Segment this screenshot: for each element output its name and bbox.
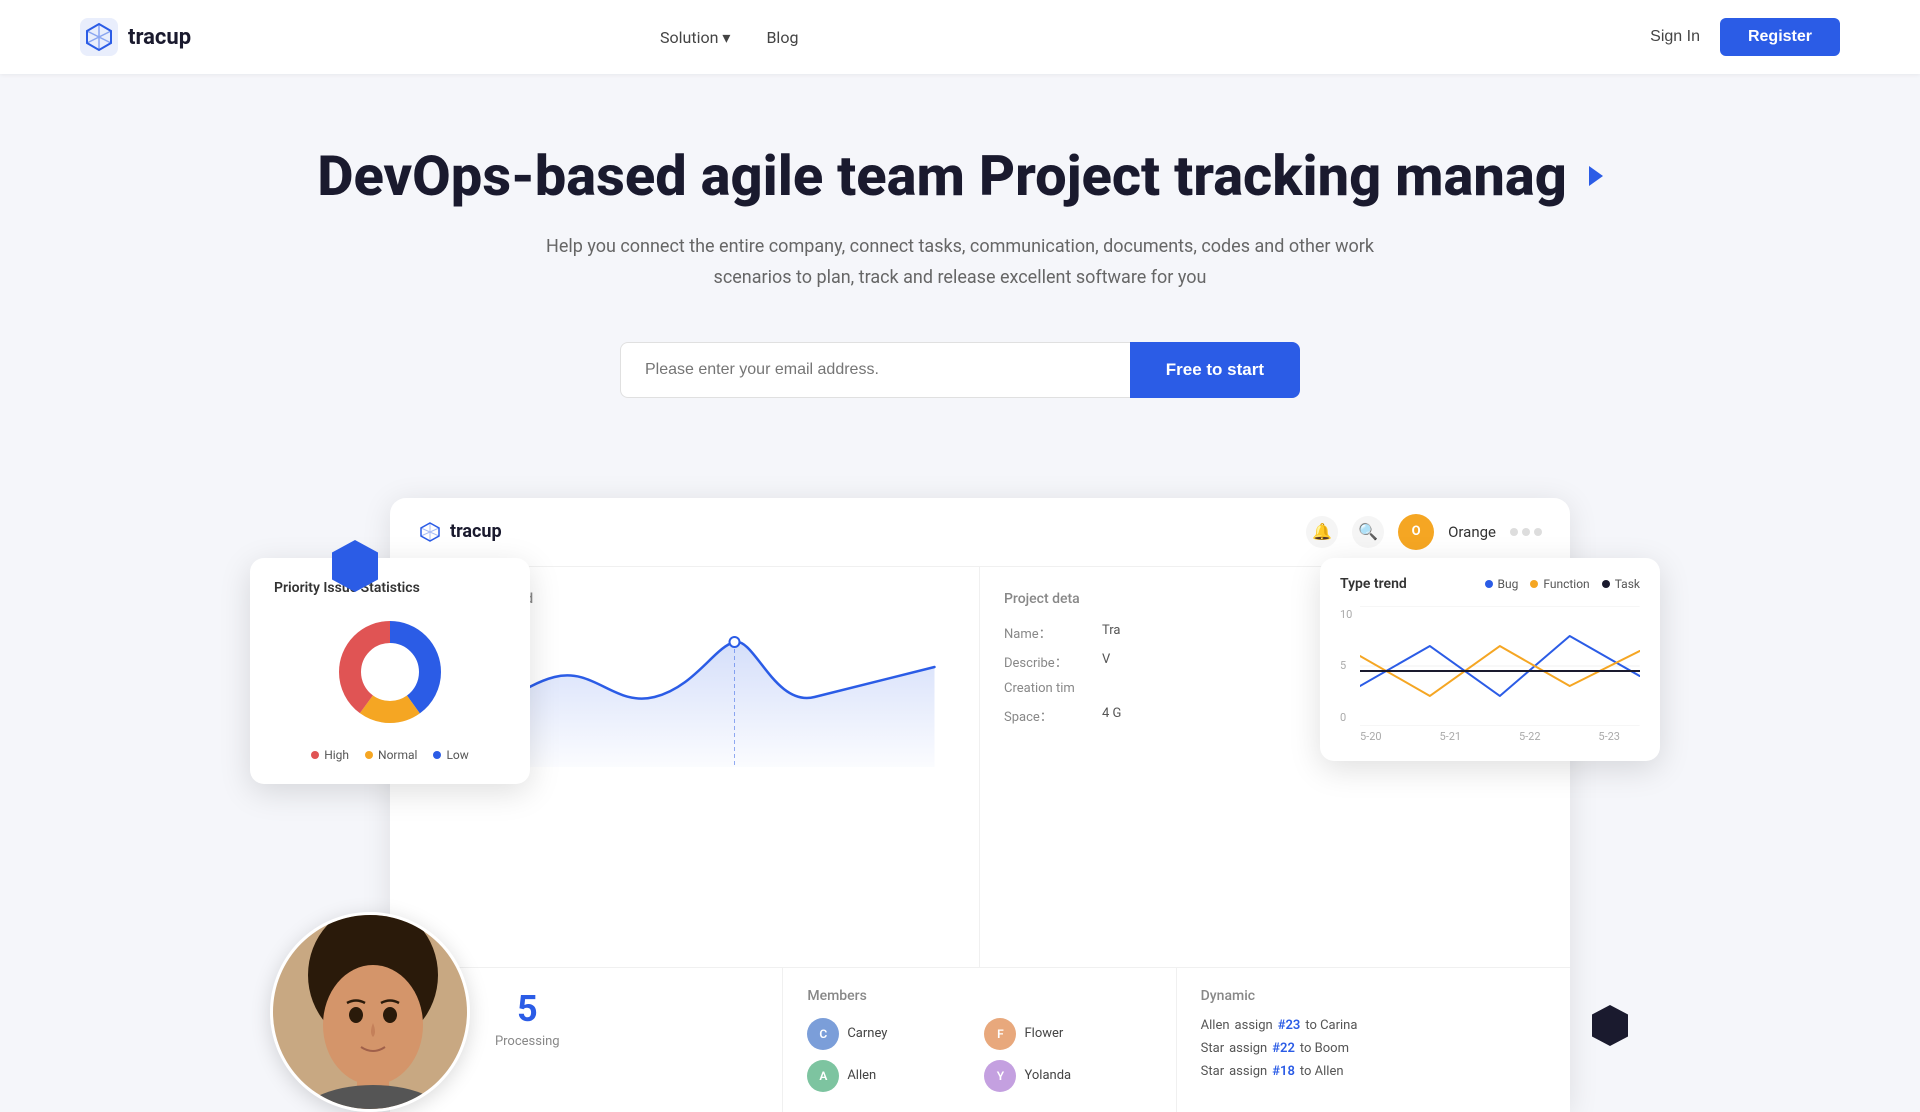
free-start-button[interactable]: Free to start	[1130, 342, 1300, 398]
normal-dot	[365, 751, 373, 759]
email-input[interactable]	[620, 342, 1130, 398]
hex-decoration-right	[1590, 1003, 1630, 1052]
hero-section: DevOps-based agile team Project tracking…	[0, 74, 1920, 498]
members-title: Members	[807, 988, 1151, 1004]
stat-processing-value: 5	[495, 988, 560, 1030]
email-cta: Free to start	[620, 342, 1300, 398]
dynamic-link-2[interactable]: #18	[1272, 1064, 1295, 1079]
legend-high: High	[311, 748, 349, 762]
donut-chart	[274, 612, 506, 732]
person-image	[273, 915, 470, 1112]
type-trend-title: Type trend	[1340, 576, 1407, 592]
person-avatar	[270, 912, 470, 1112]
hero-title: DevOps-based agile team Project tracking…	[317, 144, 1603, 208]
bug-dot	[1485, 580, 1493, 588]
notification-icon[interactable]: 🔔	[1306, 516, 1338, 548]
member-yolanda: Y Yolanda	[984, 1060, 1151, 1092]
help-icon[interactable]: 🔍	[1352, 516, 1384, 548]
high-dot	[311, 751, 319, 759]
more-icon[interactable]	[1510, 528, 1542, 536]
stat-processing: 5 Processing	[495, 988, 560, 1049]
member-name-allen: Allen	[847, 1068, 876, 1083]
dynamic-link-1[interactable]: #22	[1272, 1041, 1295, 1056]
member-carney: C Carney	[807, 1018, 974, 1050]
member-name-flower: Flower	[1024, 1026, 1063, 1041]
dynamic-row-1: Star assign #22 to Boom	[1201, 1041, 1546, 1056]
logo-text: tracup	[128, 25, 191, 50]
member-list: C Carney F Flower A Allen Y Yolanda	[807, 1018, 1151, 1092]
sign-in-button[interactable]: Sign In	[1650, 28, 1700, 46]
members-area: Members C Carney F Flower A Allen	[783, 968, 1176, 1112]
chevron-down-icon: ▾	[722, 28, 730, 47]
type-trend-svg	[1360, 606, 1640, 726]
type-trend-header: Type trend Bug Function Task	[1340, 576, 1640, 592]
user-avatar: O	[1398, 514, 1434, 550]
nav-right: Sign In Register	[1650, 18, 1840, 56]
logo: tracup	[80, 18, 191, 56]
function-dot	[1530, 580, 1538, 588]
member-avatar-yolanda: Y	[984, 1060, 1016, 1092]
priority-legend: High Normal Low	[274, 748, 506, 762]
nav-blog[interactable]: Blog	[766, 28, 798, 47]
dynamic-row-0: Allen assign #23 to Carina	[1201, 1018, 1546, 1033]
member-name-yolanda: Yolanda	[1024, 1068, 1071, 1083]
member-allen: A Allen	[807, 1060, 974, 1092]
card-header: tracup 🔔 🔍 O Orange	[390, 498, 1570, 567]
dynamic-title: Dynamic	[1201, 988, 1546, 1004]
navbar: tracup Solution ▾ Blog Sign In Register	[0, 0, 1920, 74]
cursor-icon	[1589, 166, 1603, 186]
card-bottom: 0 Review 5 Processing Members C Carney	[390, 967, 1570, 1112]
member-avatar-carney: C	[807, 1018, 839, 1050]
hex-decoration-left	[330, 538, 380, 598]
dynamic-link-0[interactable]: #23	[1278, 1018, 1301, 1033]
member-avatar-allen: A	[807, 1060, 839, 1092]
legend-function: Function	[1530, 577, 1589, 591]
legend-bug: Bug	[1485, 577, 1519, 591]
card-logo-icon	[418, 520, 442, 544]
x-axis: 5-20 5-21 5-22 5-23	[1340, 726, 1640, 743]
member-avatar-flower: F	[984, 1018, 1016, 1050]
member-name-carney: Carney	[847, 1026, 887, 1041]
card-logo-text: tracup	[450, 521, 502, 542]
username: Orange	[1448, 523, 1496, 541]
logo-icon	[80, 18, 118, 56]
priority-title: Priority Issue Statistics	[274, 580, 506, 596]
hero-subtitle: Help you connect the entire company, con…	[510, 232, 1410, 293]
task-dot	[1602, 580, 1610, 588]
nav-links: Solution ▾ Blog	[660, 28, 798, 47]
nav-solution[interactable]: Solution ▾	[660, 28, 730, 47]
member-flower: F Flower	[984, 1018, 1151, 1050]
dynamic-area: Dynamic Allen assign #23 to Carina Star …	[1177, 968, 1570, 1112]
priority-card: Priority Issue Statistics High	[250, 558, 530, 784]
stat-processing-label: Processing	[495, 1034, 560, 1049]
type-trend-card: Type trend Bug Function Task	[1320, 558, 1660, 761]
legend-task: Task	[1602, 577, 1640, 591]
legend-normal: Normal	[365, 748, 417, 762]
card-logo: tracup	[418, 520, 502, 544]
card-header-right: 🔔 🔍 O Orange	[1306, 514, 1542, 550]
type-legend: Bug Function Task	[1485, 577, 1641, 591]
dynamic-row-2: Star assign #18 to Allen	[1201, 1064, 1546, 1079]
register-button[interactable]: Register	[1720, 18, 1840, 56]
legend-low: Low	[433, 748, 468, 762]
low-dot	[433, 751, 441, 759]
type-chart: 10 5 0 5-20 5	[1340, 606, 1640, 743]
